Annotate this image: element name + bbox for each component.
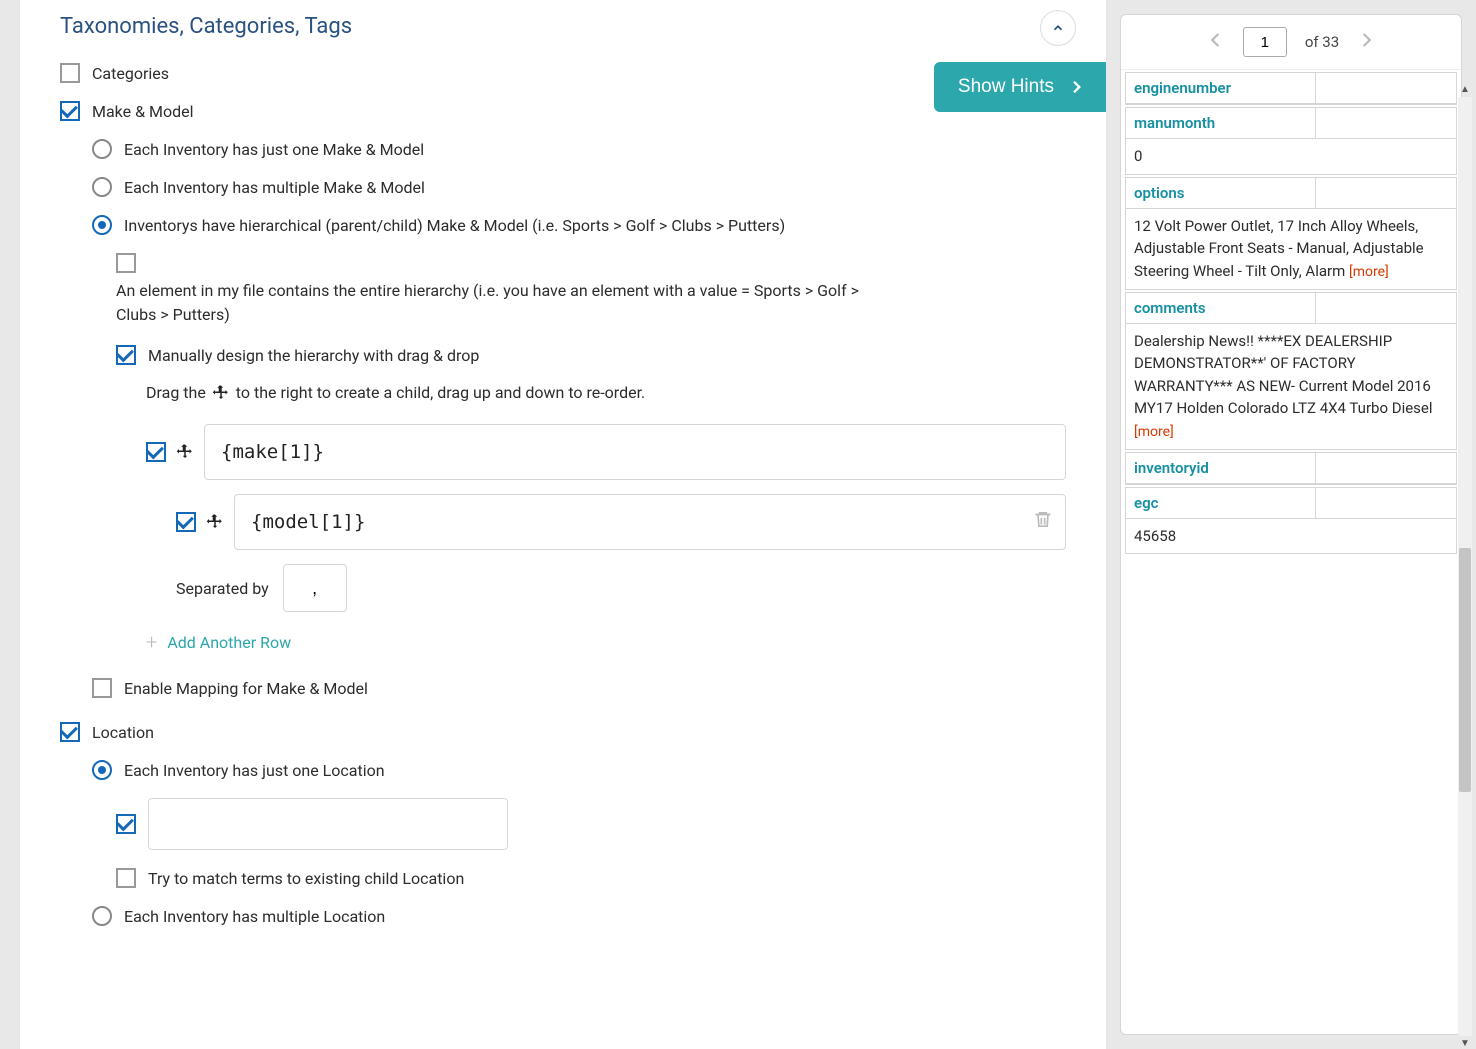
categories-row: Categories xyxy=(60,63,1066,83)
collapse-section-button[interactable] xyxy=(1040,10,1076,46)
loc-try-match-checkbox[interactable] xyxy=(116,868,136,888)
field-comments: comments Dealership News!! ****EX DEALER… xyxy=(1125,292,1457,450)
loc-multiple-radio[interactable] xyxy=(92,906,112,926)
field-name[interactable]: comments xyxy=(1126,293,1316,323)
separator-input[interactable] xyxy=(283,564,347,612)
mm-hierarchical-radio[interactable] xyxy=(92,215,112,235)
pager-prev-button[interactable] xyxy=(1207,31,1225,53)
mm-single-row: Each Inventory has just one Make & Model xyxy=(92,139,1066,159)
mm-multiple-row: Each Inventory has multiple Make & Model xyxy=(92,177,1066,197)
make-model-checkbox[interactable] xyxy=(60,101,80,121)
field-name[interactable]: egc xyxy=(1126,488,1316,518)
field-name[interactable]: options xyxy=(1126,178,1316,208)
separator-row: Separated by xyxy=(176,564,1066,612)
field-options: options 12 Volt Power Outlet, 17 Inch Al… xyxy=(1125,177,1457,290)
chevron-up-icon xyxy=(1051,21,1065,35)
show-hints-label: Show Hints xyxy=(958,76,1054,98)
hrow-0-checkbox[interactable] xyxy=(146,442,166,462)
contains-hierarchy-text: An element in my file contains the entir… xyxy=(116,279,876,327)
loc-multiple-label: Each Inventory has multiple Location xyxy=(124,907,385,926)
loc-try-match-row: Try to match terms to existing child Loc… xyxy=(116,868,1066,888)
enable-mapping-label: Enable Mapping for Make & Model xyxy=(124,679,368,698)
contains-hierarchy-row xyxy=(116,253,1066,273)
field-name[interactable]: manumonth xyxy=(1126,108,1316,138)
location-row: Location xyxy=(60,722,1066,742)
hrow-1-input[interactable]: {model[1]} xyxy=(234,494,1066,550)
location-label: Location xyxy=(92,723,154,742)
make-model-label: Make & Model xyxy=(92,102,194,121)
pager-next-button[interactable] xyxy=(1357,31,1375,53)
make-model-row: Make & Model xyxy=(60,101,1066,121)
mm-hierarchical-row: Inventorys have hierarchical (parent/chi… xyxy=(92,215,1066,235)
mm-hierarchical-label: Inventorys have hierarchical (parent/chi… xyxy=(124,216,785,235)
scroll-thumb[interactable] xyxy=(1459,548,1471,792)
scroll-up-arrow[interactable]: ▲ xyxy=(1460,84,1470,95)
categories-checkbox[interactable] xyxy=(60,63,80,83)
manual-design-label: Manually design the hierarchy with drag … xyxy=(148,346,479,365)
delete-row-button[interactable] xyxy=(1033,510,1053,535)
field-enginenumber: enginenumber xyxy=(1125,72,1457,105)
manual-design-row: Manually design the hierarchy with drag … xyxy=(116,345,1066,365)
mm-multiple-label: Each Inventory has multiple Make & Model xyxy=(124,178,425,197)
add-row-label: Add Another Row xyxy=(167,633,291,652)
enable-mapping-checkbox[interactable] xyxy=(92,678,112,698)
field-value: 0 xyxy=(1126,139,1456,174)
field-value: 12 Volt Power Outlet, 17 Inch Alloy Whee… xyxy=(1126,209,1456,289)
loc-single-label: Each Inventory has just one Location xyxy=(124,761,385,780)
loc-single-input[interactable] xyxy=(148,798,508,850)
plus-icon: + xyxy=(146,630,157,654)
loc-single-radio[interactable] xyxy=(92,760,112,780)
add-another-row-button[interactable]: + Add Another Row xyxy=(146,630,1066,654)
field-inventoryid: inventoryid xyxy=(1125,452,1457,485)
more-link[interactable]: [more] xyxy=(1349,264,1389,280)
field-value: Dealership News!! ****EX DEALERSHIP DEMO… xyxy=(1126,324,1456,449)
hrow-0-input[interactable]: {make[1]} xyxy=(204,424,1066,480)
field-name[interactable]: enginenumber xyxy=(1126,73,1316,103)
scroll-track[interactable] xyxy=(1458,97,1472,1036)
hrow-0-drag-handle[interactable] xyxy=(176,443,194,461)
manual-design-checkbox[interactable] xyxy=(116,345,136,365)
loc-try-match-label: Try to match terms to existing child Loc… xyxy=(148,869,464,888)
pager-input[interactable] xyxy=(1243,27,1287,57)
drag-help-text: Drag the to the right to create a child,… xyxy=(146,383,1066,402)
show-hints-button[interactable]: Show Hints xyxy=(934,62,1106,112)
hierarchy-row-0: {make[1]} xyxy=(146,424,1066,480)
location-checkbox[interactable] xyxy=(60,722,80,742)
field-value: 45658 xyxy=(1126,519,1456,554)
loc-multiple-row: Each Inventory has multiple Location xyxy=(92,906,1066,926)
move-icon xyxy=(212,384,230,402)
pager-of-label: of 33 xyxy=(1305,33,1339,51)
side-panel: of 33 enginenumber manumonth xyxy=(1106,0,1476,1049)
separator-label: Separated by xyxy=(176,579,269,598)
mm-single-radio[interactable] xyxy=(92,139,112,159)
field-egc: egc 45658 xyxy=(1125,487,1457,555)
main-panel: Taxonomies, Categories, Tags Show Hints … xyxy=(20,0,1106,1049)
scroll-down-arrow[interactable]: ▼ xyxy=(1460,1038,1470,1049)
contains-hierarchy-checkbox[interactable] xyxy=(116,253,136,273)
loc-single-input-checkbox[interactable] xyxy=(116,814,136,834)
scrollbar[interactable]: ▲ ▼ xyxy=(1458,84,1472,1049)
mm-multiple-radio[interactable] xyxy=(92,177,112,197)
chevron-right-icon xyxy=(1068,79,1084,95)
categories-label: Categories xyxy=(92,64,169,83)
hrow-1-checkbox[interactable] xyxy=(176,512,196,532)
loc-single-input-row xyxy=(116,798,1066,850)
field-name[interactable]: inventoryid xyxy=(1126,453,1316,483)
fields-list[interactable]: enginenumber manumonth 0 options xyxy=(1121,70,1461,1034)
section-title: Taxonomies, Categories, Tags xyxy=(60,0,1066,63)
mm-single-label: Each Inventory has just one Make & Model xyxy=(124,140,424,159)
enable-mapping-row: Enable Mapping for Make & Model xyxy=(92,678,1066,698)
hierarchy-row-1: {model[1]} xyxy=(176,494,1066,550)
more-link[interactable]: [more] xyxy=(1134,424,1174,440)
pager: of 33 xyxy=(1121,15,1461,70)
field-manumonth: manumonth 0 xyxy=(1125,107,1457,175)
hrow-1-drag-handle[interactable] xyxy=(206,513,224,531)
loc-single-row: Each Inventory has just one Location xyxy=(92,760,1066,780)
